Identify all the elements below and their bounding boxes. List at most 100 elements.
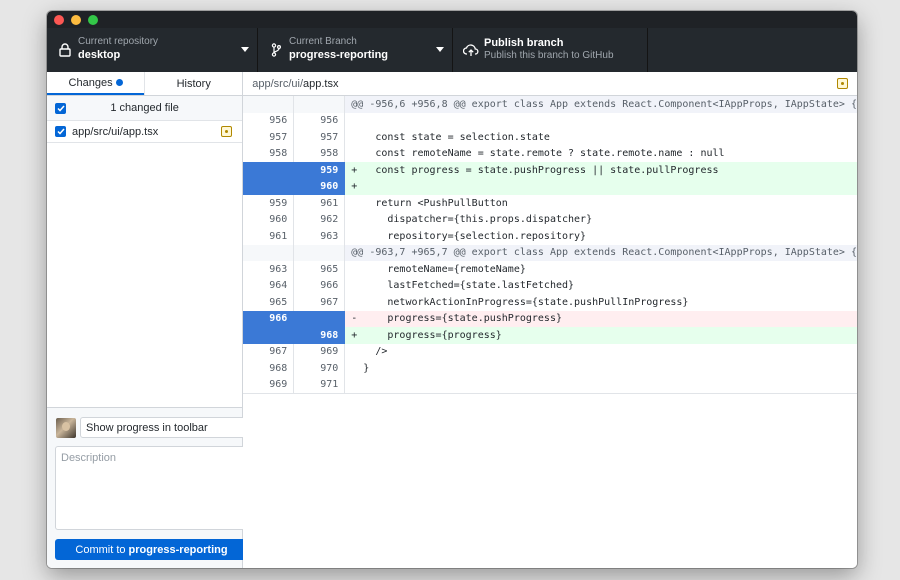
changes-indicator-icon — [115, 79, 123, 86]
git-branch-icon — [268, 41, 284, 59]
new-line-number — [294, 96, 346, 113]
diff-end-divider — [243, 393, 857, 394]
diff-line-code: remoteName={remoteName} — [351, 263, 526, 275]
diff-line-code: + — [345, 178, 857, 195]
new-line-number: 971 — [294, 376, 346, 393]
diff-line-code: const remoteName = state.remote ? state.… — [351, 148, 725, 160]
diff-line-code: + progress={progress} — [345, 327, 857, 344]
publish-branch-button[interactable]: Publish branch Publish this branch to Gi… — [453, 28, 648, 72]
diff-line-code — [345, 377, 857, 394]
new-line-number: 965 — [294, 261, 346, 278]
title-bar — [47, 11, 857, 28]
old-line-number: 958 — [243, 145, 295, 162]
branch-selector[interactable]: Current Branch progress-reporting — [258, 28, 453, 72]
commit-description-input[interactable]: Description — [55, 446, 248, 530]
file-list-item[interactable]: app/src/ui/app.tsx — [47, 121, 243, 143]
old-line-number: 963 — [243, 261, 295, 278]
diff-line[interactable]: 961 963 repository={selection.repository} — [243, 228, 857, 245]
diff-line-code: const state = selection.state — [351, 131, 550, 143]
new-line-number: 968 — [294, 327, 346, 344]
old-line-number: 967 — [243, 343, 295, 360]
sidebar: Changes History 1 changed file app/src/u… — [47, 72, 248, 568]
file-modified-icon — [837, 78, 848, 89]
old-line-number — [243, 162, 295, 179]
diff-line-code: repository={selection.repository} — [351, 230, 587, 242]
old-line-number: 969 — [243, 376, 295, 393]
commit-summary-input[interactable]: Show progress in toolbar — [80, 417, 248, 438]
commit-form: Show progress in toolbar Description Com… — [47, 407, 248, 568]
changed-files-count: 1 changed file — [110, 102, 179, 114]
diff-body: @@ -956,6 +956,8 @@ export class App ext… — [243, 96, 857, 393]
diff-line[interactable]: 966 - progress={state.pushProgress} — [243, 310, 857, 327]
commit-button[interactable]: Commit to progress-reporting — [55, 539, 248, 560]
diff-line[interactable]: 968 + progress={progress} — [243, 327, 857, 344]
new-line-number: 967 — [294, 294, 346, 311]
new-line-number — [294, 310, 346, 327]
sidebar-tabs: Changes History — [47, 72, 243, 96]
old-line-number: 965 — [243, 294, 295, 311]
new-line-number: 963 — [294, 228, 346, 245]
diff-line[interactable]: 968 970 } — [243, 360, 857, 377]
tab-history[interactable]: History — [144, 72, 242, 95]
diff-path-directory: app/src/ui/ — [252, 77, 304, 90]
commit-button-branch: progress-reporting — [128, 543, 228, 556]
file-include-checkbox[interactable] — [55, 126, 66, 137]
zoom-window-button[interactable] — [88, 15, 98, 25]
old-line-number: 964 — [243, 277, 295, 294]
tab-changes[interactable]: Changes — [47, 72, 145, 95]
diff-hunk-header[interactable]: @@ -963,7 +965,7 @@ export class App ext… — [243, 244, 857, 261]
diff-line-code: /> — [351, 346, 388, 358]
diff-line[interactable]: 956 956 — [243, 112, 857, 130]
chevron-down-icon — [436, 47, 444, 52]
file-path: app/src/ui/app.tsx — [72, 125, 159, 138]
diff-line[interactable]: 959 961 return <PushPullButton — [243, 195, 857, 212]
diff-line[interactable]: 958 958 const remoteName = state.remote ?… — [243, 145, 857, 162]
select-all-checkbox[interactable] — [55, 103, 66, 114]
repository-selector[interactable]: Current repository desktop — [47, 28, 258, 72]
diff-line[interactable]: 969 971 — [243, 376, 857, 394]
diff-line[interactable]: 960 + — [243, 178, 857, 195]
diff-line[interactable]: 967 969 /> — [243, 343, 857, 360]
new-line-number: 961 — [294, 195, 346, 212]
old-line-number — [243, 96, 295, 113]
close-window-button[interactable] — [54, 15, 64, 25]
cloud-upload-icon — [463, 41, 479, 59]
diff-hunk-header[interactable]: @@ -956,6 +956,8 @@ export class App ext… — [243, 96, 857, 113]
chevron-down-icon — [241, 47, 249, 52]
diff-line-code: networkActionInProgress={state.pushPullI… — [351, 296, 689, 308]
old-line-number: 959 — [243, 195, 295, 212]
diff-line[interactable]: 960 962 dispatcher={this.props.dispatcher… — [243, 211, 857, 228]
publish-description: Publish this branch to GitHub — [484, 50, 614, 61]
branch-label: Current Branch — [289, 36, 357, 47]
diff-line-code: + const progress = state.pushProgress ||… — [345, 162, 857, 179]
diff-path-filename: app.tsx — [303, 77, 339, 90]
toolbar: Current repository desktop Current Branc… — [47, 28, 857, 72]
new-line-number: 957 — [294, 129, 346, 146]
diff-line[interactable]: 965 967 networkActionInProgress={state.pu… — [243, 294, 857, 311]
diff-line-code: return <PushPullButton — [351, 197, 508, 209]
tab-history-label: History — [176, 77, 211, 90]
diff-line[interactable]: 964 966 lastFetched={state.lastFetched} — [243, 277, 857, 294]
diff-line-code — [345, 113, 857, 130]
minimize-window-button[interactable] — [71, 15, 81, 25]
new-line-number: 959 — [294, 162, 346, 179]
diff-line-code: lastFetched={state.lastFetched} — [351, 280, 575, 292]
diff-file-header: app/src/ui/ app.tsx — [243, 72, 857, 96]
diff-line[interactable]: 959 + const progress = state.pushProgress… — [243, 162, 857, 179]
diff-line[interactable]: 963 965 remoteName={remoteName} — [243, 261, 857, 278]
diff-line[interactable]: 957 957 const state = selection.state — [243, 129, 857, 146]
old-line-number — [243, 244, 295, 261]
new-line-number: 970 — [294, 360, 346, 377]
lock-icon — [57, 41, 73, 59]
old-line-number: 956 — [243, 112, 295, 129]
diff-line-code: - progress={state.pushProgress} — [345, 310, 857, 327]
old-line-number — [243, 178, 295, 195]
tab-changes-label: Changes — [68, 76, 113, 89]
publish-label: Publish branch — [484, 37, 564, 49]
new-line-number: 956 — [294, 112, 346, 129]
old-line-number: 961 — [243, 228, 295, 245]
new-line-number — [294, 244, 346, 261]
old-line-number: 966 — [243, 310, 295, 327]
old-line-number: 960 — [243, 211, 295, 228]
diff-line-code: } — [351, 362, 370, 374]
